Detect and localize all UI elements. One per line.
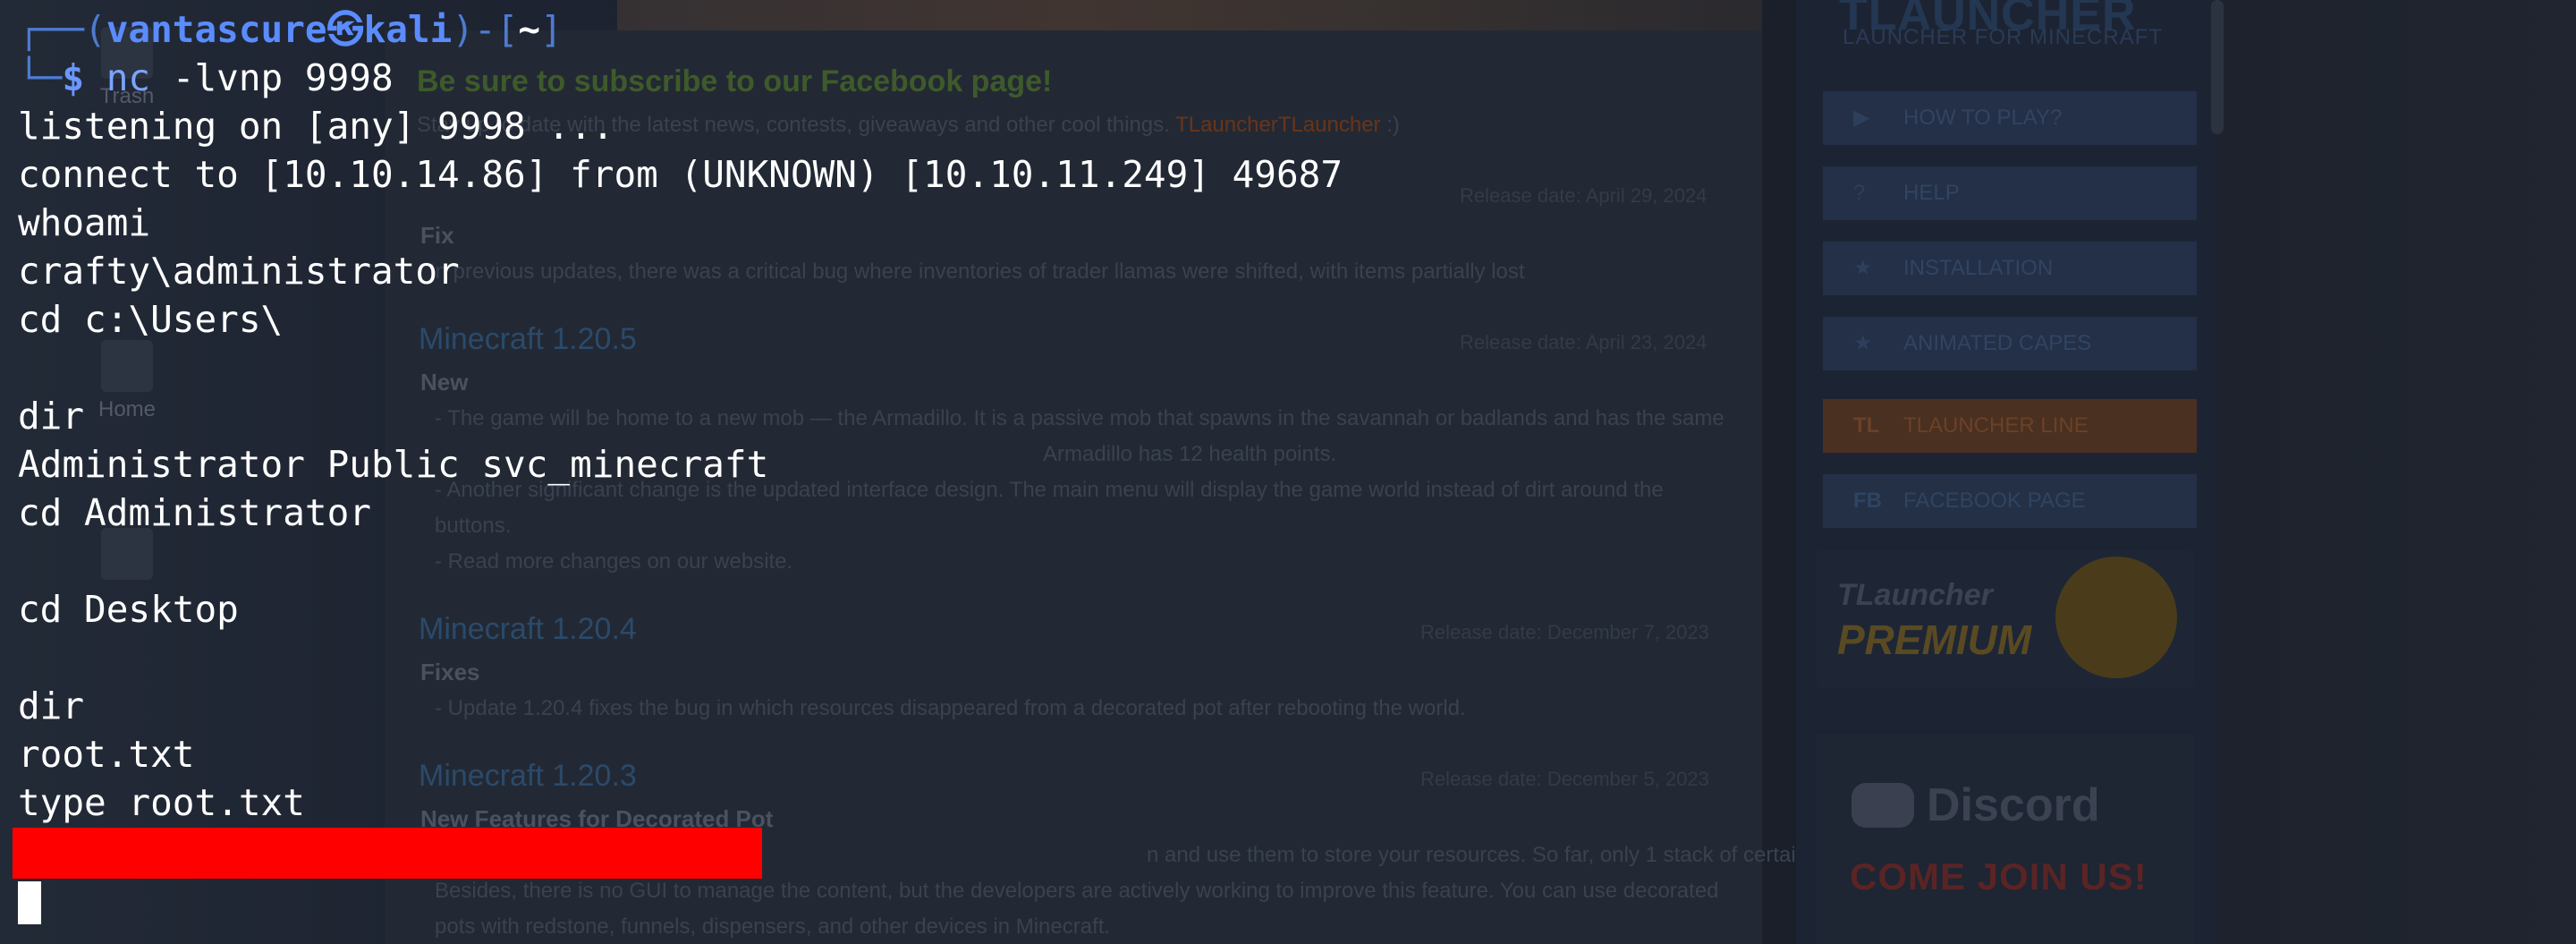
terminal-output-line: whoami [18,201,151,244]
prompt-frame: ] [540,8,563,51]
terminal-output-line: dir [18,685,85,727]
prompt-corner: └─ [18,56,63,99]
prompt-user-host: vantascure㉿kali [106,8,453,51]
terminal-cursor[interactable] [18,881,41,924]
terminal-output-line: cd Administrator [18,491,371,534]
prompt-frame: )-[ [452,8,519,51]
terminal-output-line: cd Desktop [18,588,239,631]
terminal-output-line: dir [18,395,85,438]
prompt-line-2: └─$ nc -lvnp 9998 [18,54,394,102]
terminal-output-line: Administrator Public svc_minecraft [18,443,769,486]
terminal-window[interactable]: ┌──(vantascure㉿kali)-[~] └─$ nc -lvnp 99… [0,0,2576,944]
prompt-path: ~ [518,8,541,51]
terminal-output-line: connect to [10.10.14.86] from (UNKNOWN) … [18,153,1343,196]
command-name: nc [106,56,151,99]
command-args: -lvnp 9998 [150,56,394,99]
terminal-output-line: type root.txt [18,781,305,824]
redaction-bar [13,828,762,879]
prompt-dollar: $ [62,56,85,99]
terminal-output-line: cd c:\Users\ [18,298,284,341]
terminal-output-line: crafty\administrator [18,250,460,293]
prompt-line-1: ┌──(vantascure㉿kali)-[~] [18,5,563,54]
prompt-frame: ┌──( [18,8,106,51]
terminal-output-line: listening on [any] 9998 ... [18,105,614,148]
terminal-output-line: root.txt [18,733,195,776]
